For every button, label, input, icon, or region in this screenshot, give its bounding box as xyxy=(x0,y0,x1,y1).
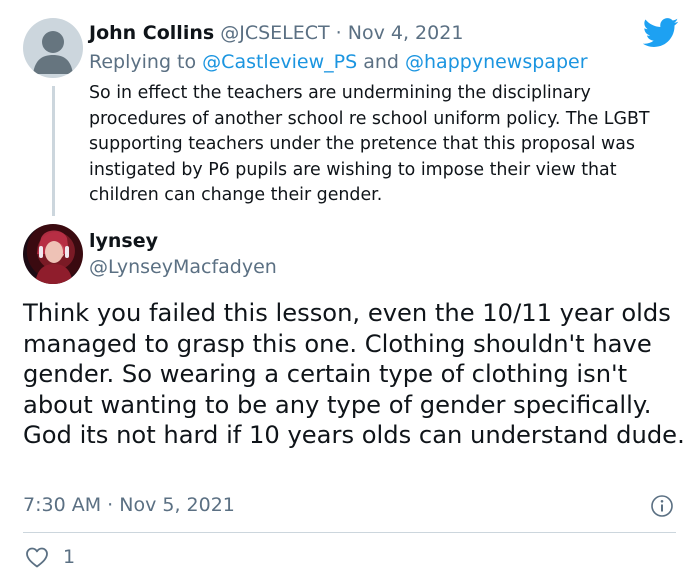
default-avatar-icon xyxy=(33,31,73,74)
tweet-text: Think you failed this lesson, even the 1… xyxy=(23,299,685,450)
tweet-time: 7:30 AM xyxy=(23,494,102,516)
reply-mention-link[interactable]: @Castleview_PS xyxy=(202,51,357,73)
author-handle[interactable]: @JCSELECT xyxy=(220,22,329,44)
replying-to: Replying to @Castleview_PS and @happynew… xyxy=(89,51,588,73)
like-count: 1 xyxy=(63,546,76,568)
twitter-bird-icon[interactable] xyxy=(643,18,679,48)
author-name[interactable]: lynsey xyxy=(89,230,158,252)
heart-icon[interactable] xyxy=(25,546,49,568)
separator: · xyxy=(335,22,342,44)
reply-and: and xyxy=(363,51,399,73)
author-handle[interactable]: @LynseyMacfadyen xyxy=(89,256,277,278)
profile-photo xyxy=(35,230,73,284)
avatar[interactable] xyxy=(23,224,83,284)
thread-line xyxy=(52,86,55,216)
tweet-date[interactable]: Nov 4, 2021 xyxy=(348,22,464,44)
replying-prefix: Replying to xyxy=(89,51,197,73)
quoted-tweet-header: John Collins @JCSELECT · Nov 4, 2021 xyxy=(89,22,463,44)
quoted-tweet-text: So in effect the teachers are underminin… xyxy=(89,83,650,206)
divider xyxy=(23,532,676,533)
separator: · xyxy=(107,494,114,516)
reply-mention-link[interactable]: @happynewspaper xyxy=(405,51,588,73)
avatar[interactable] xyxy=(23,18,83,78)
tweet-date: Nov 5, 2021 xyxy=(119,494,235,516)
info-icon[interactable] xyxy=(650,494,674,518)
author-name[interactable]: John Collins xyxy=(89,22,214,44)
tweet-timestamp[interactable]: 7:30 AM · Nov 5, 2021 xyxy=(23,494,235,516)
